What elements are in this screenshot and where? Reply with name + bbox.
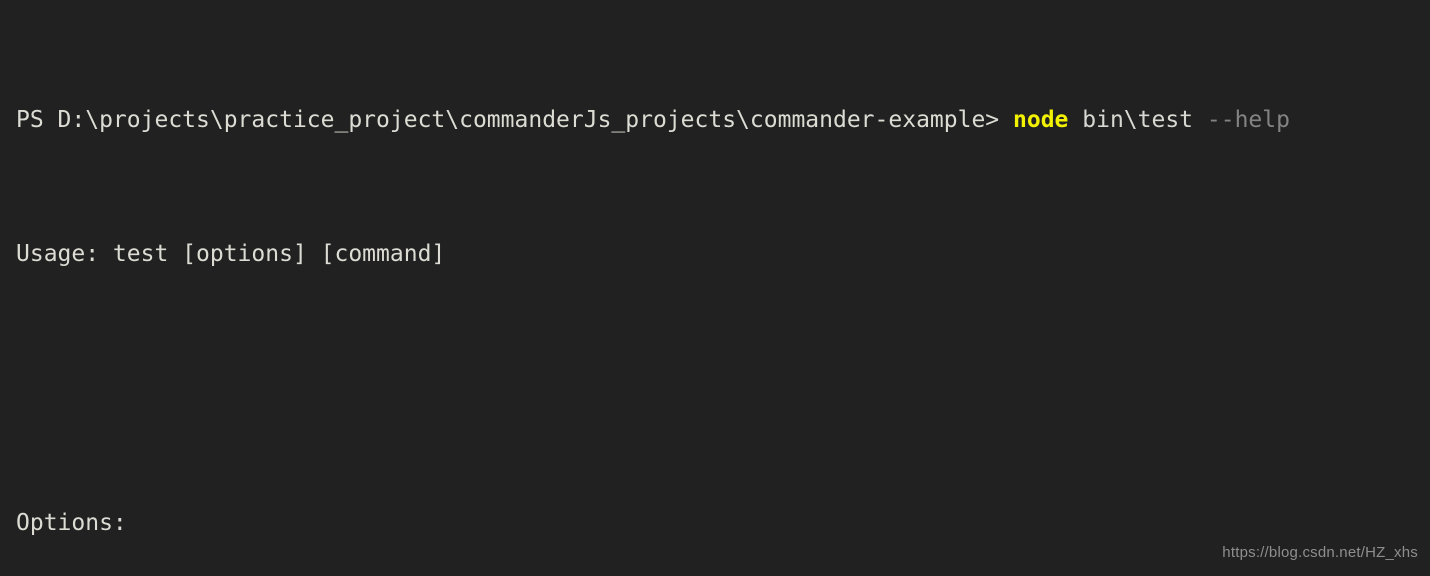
- prompt-space-2: [1193, 107, 1207, 133]
- csdn-watermark: https://blog.csdn.net/HZ_xhs: [1222, 544, 1418, 562]
- prompt-space-1: [1068, 107, 1082, 133]
- terminal-window[interactable]: PS D:\projects\practice_project\commande…: [0, 0, 1430, 576]
- prompt-prefix: PS D:\projects\practice_project\commande…: [16, 106, 1013, 133]
- prompt-script-arg: bin\test: [1082, 106, 1194, 133]
- prompt-line: PS D:\projects\practice_project\commande…: [16, 104, 1430, 138]
- prompt-command: node: [1013, 106, 1069, 133]
- prompt-flag-arg: --help: [1206, 106, 1290, 133]
- terminal-screen: PS D:\projects\practice_project\commande…: [16, 3, 1430, 576]
- usage-line: Usage: test [options] [command]: [16, 241, 446, 268]
- options-heading: Options:: [16, 509, 127, 536]
